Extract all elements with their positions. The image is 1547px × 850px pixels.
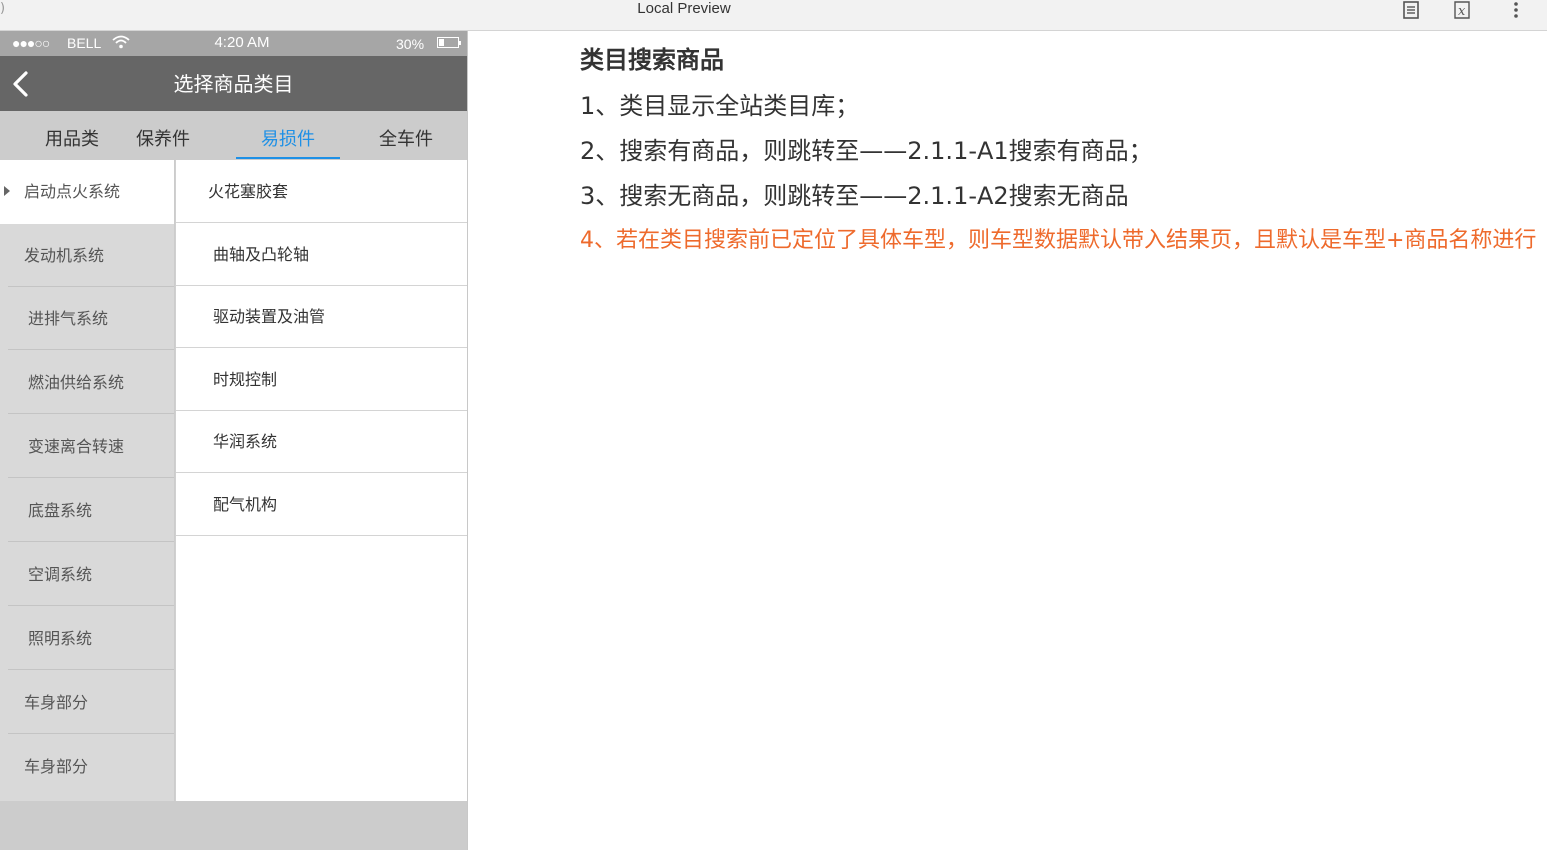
phone-preview: ●●●○○ BELL 4:20 AM 30% 选择商品类目 用品类 保养件 易损… bbox=[0, 31, 468, 850]
battery-percent: 30% bbox=[396, 36, 425, 52]
more-vertical-icon[interactable] bbox=[1505, 0, 1527, 20]
category-label: 发动机系统 bbox=[24, 246, 105, 265]
window-title: Local Preview bbox=[637, 0, 731, 17]
category-item[interactable]: 变速离合转速 bbox=[8, 415, 174, 478]
category-item[interactable]: 底盘系统 bbox=[8, 479, 174, 542]
category-label: 照明系统 bbox=[28, 629, 93, 648]
subcategory-label: 华润系统 bbox=[213, 432, 278, 451]
caret-right-icon bbox=[4, 186, 10, 196]
subcategory-item[interactable]: 驱动装置及油管 bbox=[176, 285, 467, 348]
status-bar: ●●●○○ BELL 4:20 AM 30% bbox=[0, 31, 467, 56]
category-label: 启动点火系统 bbox=[24, 182, 121, 201]
category-item[interactable]: 车身部分 bbox=[8, 671, 174, 734]
tab-supplies[interactable]: 用品类 bbox=[30, 111, 114, 159]
formula-icon[interactable]: x bbox=[1451, 0, 1473, 20]
category-item[interactable]: 车身部分 bbox=[8, 735, 174, 798]
nav-title: 选择商品类目 bbox=[173, 72, 294, 96]
subcategory-item[interactable]: 火花塞胶套 bbox=[176, 160, 467, 223]
notes-heading: 类目搜索商品 bbox=[580, 46, 724, 74]
category-label: 燃油供给系统 bbox=[28, 373, 125, 392]
active-tab-indicator bbox=[236, 157, 340, 159]
tab-wear-parts[interactable]: 易损件 bbox=[236, 111, 340, 159]
nav-bar: 选择商品类目 bbox=[0, 56, 467, 111]
category-item-ignition[interactable]: 启动点火系统 bbox=[0, 160, 174, 224]
svg-text:x: x bbox=[1458, 4, 1466, 19]
notes-line-3: 3、搜索无商品，则跳转至——2.1.1-A2搜索无商品 bbox=[580, 182, 1129, 210]
notes-line-1: 1、类目显示全站类目库； bbox=[580, 92, 860, 120]
subcategory-label: 配气机构 bbox=[213, 495, 278, 514]
category-label: 车身部分 bbox=[24, 757, 89, 776]
subcategory-label: 驱动装置及油管 bbox=[213, 307, 326, 326]
subcategory-label: 火花塞胶套 bbox=[208, 182, 289, 201]
subcategory-item[interactable]: 华润系统 bbox=[176, 410, 467, 473]
category-label: 车身部分 bbox=[24, 693, 89, 712]
category-label: 空调系统 bbox=[28, 565, 93, 584]
preview-toolbar: ) Local Preview x bbox=[0, 0, 1547, 31]
notes-line-2: 2、搜索有商品，则跳转至——2.1.1-A1搜索有商品； bbox=[580, 137, 1153, 165]
subcategory-item[interactable]: 配气机构 bbox=[176, 473, 467, 536]
category-list: 启动点火系统 发动机系统 进排气系统 燃油供给系统 变速离合转速 底盘系统 空调… bbox=[0, 160, 174, 801]
category-label: 变速离合转速 bbox=[28, 437, 125, 456]
tab-all-parts[interactable]: 全车件 bbox=[364, 111, 448, 159]
subcategory-item[interactable]: 时规控制 bbox=[176, 348, 467, 411]
category-item[interactable]: 燃油供给系统 bbox=[8, 351, 174, 414]
battery-icon bbox=[437, 37, 461, 48]
category-item[interactable]: 发动机系统 bbox=[8, 224, 174, 287]
subcategory-label: 曲轴及凸轮轴 bbox=[213, 245, 310, 264]
document-icon[interactable] bbox=[1400, 0, 1422, 20]
category-label: 底盘系统 bbox=[28, 501, 93, 520]
category-tabs: 用品类 保养件 易损件 全车件 bbox=[0, 111, 467, 159]
subcategory-item[interactable]: 曲轴及凸轮轴 bbox=[176, 223, 467, 286]
category-item[interactable]: 进排气系统 bbox=[8, 287, 174, 350]
tab-maintenance[interactable]: 保养件 bbox=[121, 111, 205, 159]
subcategory-label: 时规控制 bbox=[213, 370, 278, 389]
category-label: 进排气系统 bbox=[28, 309, 109, 328]
category-item[interactable]: 空调系统 bbox=[8, 543, 174, 606]
category-item[interactable]: 照明系统 bbox=[8, 607, 174, 670]
subcategory-list: 火花塞胶套 曲轴及凸轮轴 驱动装置及油管 时规控制 华润系统 配气机构 bbox=[175, 160, 467, 801]
notes-line-4-highlight: 4、若在类目搜索前已定位了具体车型，则车型数据默认带入结果页，且默认是车型+商品… bbox=[580, 228, 1537, 253]
